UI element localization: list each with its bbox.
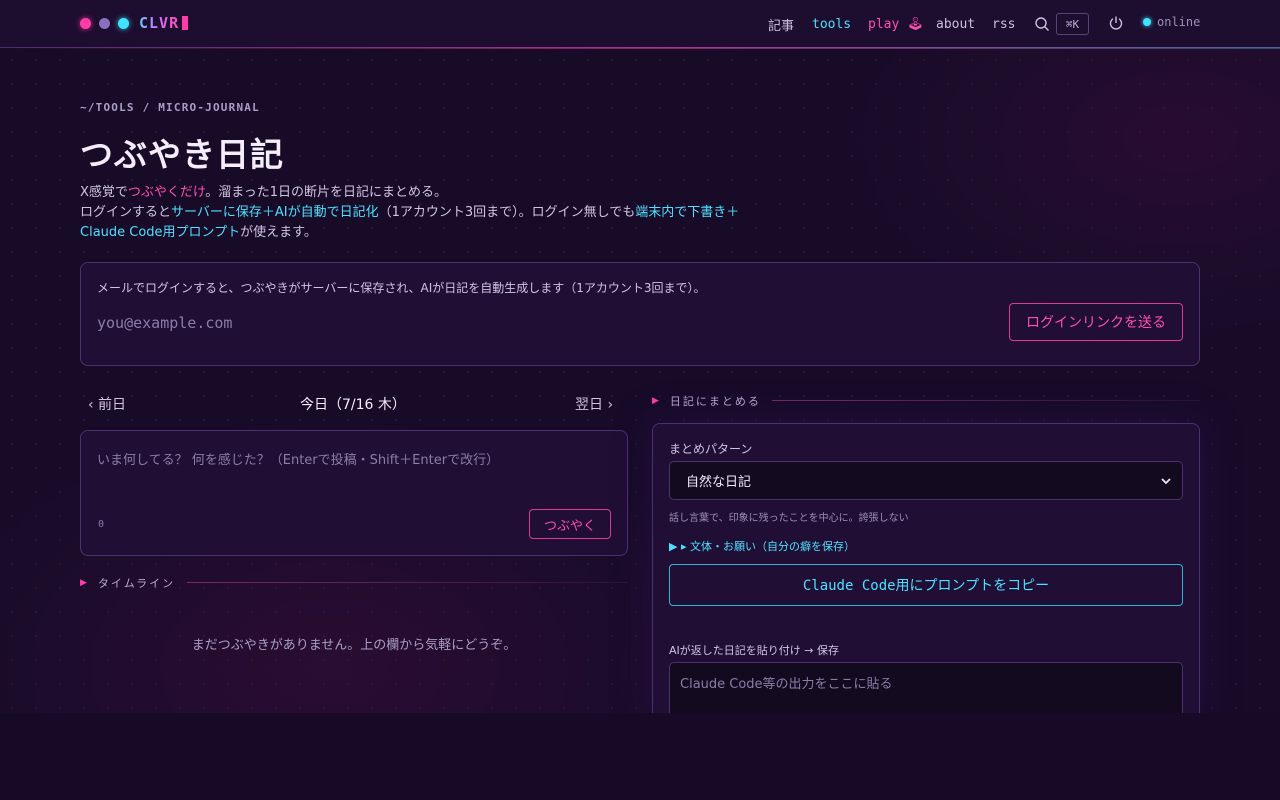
copy-prompt-button[interactable]: Claude Code用にプロンプトをコピー bbox=[669, 564, 1183, 606]
nav-about[interactable]: about bbox=[936, 17, 975, 32]
cursor-block bbox=[182, 16, 189, 30]
pattern-label: まとめパターン bbox=[669, 442, 753, 456]
page-footer-area bbox=[0, 713, 1280, 800]
divider bbox=[772, 400, 1200, 401]
prev-day-button[interactable]: ‹ 前日 bbox=[88, 394, 126, 414]
nav-play[interactable]: play 🕹 bbox=[868, 17, 924, 32]
paste-diary-input[interactable] bbox=[669, 662, 1183, 713]
desc-text: （1アカウント3回まで）。ログイン無しでも bbox=[378, 205, 636, 220]
nav-rss[interactable]: rss bbox=[992, 17, 1015, 32]
purple-dot-icon bbox=[99, 17, 110, 29]
chevron-down-icon bbox=[1161, 478, 1171, 485]
timeline-label: タイムライン bbox=[97, 577, 176, 590]
timeline-heading: ▶ タイムライン bbox=[80, 575, 175, 591]
power-icon[interactable] bbox=[1108, 15, 1124, 31]
next-day-button[interactable]: 翌日 › bbox=[575, 394, 613, 414]
post-input[interactable] bbox=[97, 449, 613, 509]
divider bbox=[187, 582, 628, 583]
breadcrumb: ~/TOOLS / MICRO-JOURNAL bbox=[80, 101, 260, 114]
pattern-select[interactable]: 自然な日記 bbox=[669, 461, 1183, 500]
page-description: X感覚でつぶやくだけ。溜まった1日の断片を日記にまとめる。 ログインするとサーバ… bbox=[80, 183, 760, 243]
summary-label: 日記にまとめる bbox=[669, 395, 761, 408]
char-counter: 0 bbox=[98, 519, 105, 530]
divider bbox=[0, 47, 1280, 49]
top-nav-bar: CLVR 記事 tools play 🕹 about rss ⌘K online bbox=[0, 0, 1280, 48]
status-indicator: online bbox=[1143, 15, 1200, 29]
triangle-icon: ▶ bbox=[652, 396, 661, 406]
timeline-empty-message: まだつぶやきがありません。上の欄から気軽にどうぞ。 bbox=[191, 638, 517, 653]
search-icon[interactable] bbox=[1034, 16, 1050, 32]
online-led-icon bbox=[1143, 18, 1151, 26]
search-shortcut[interactable]: ⌘K bbox=[1056, 13, 1089, 35]
desc-text: が使えます。 bbox=[240, 225, 317, 240]
nav-articles[interactable]: 記事 bbox=[768, 15, 794, 34]
status-text: online bbox=[1157, 15, 1201, 29]
summary-heading: ▶ 日記にまとめる bbox=[652, 393, 761, 409]
login-card: メールでログインすると、つぶやきがサーバーに保存され、AIが日記を自動生成します… bbox=[80, 262, 1200, 366]
page-title: つぶやき日記 bbox=[80, 135, 284, 174]
send-login-link-button[interactable]: ログインリンクを送る bbox=[1009, 303, 1183, 341]
nav-tools[interactable]: tools bbox=[812, 17, 851, 32]
summary-card: まとめパターン 自然な日記 話し言葉で、印象に残ったことを中心に。誇張しない ▶… bbox=[652, 423, 1200, 713]
login-note: メールでログインすると、つぶやきがサーバーに保存され、AIが日記を自動生成します… bbox=[97, 281, 706, 295]
brand[interactable]: CLVR bbox=[80, 14, 189, 32]
cyan-dot-icon bbox=[118, 17, 129, 29]
desc-highlight: つぶやくだけ bbox=[127, 185, 206, 200]
triangle-icon: ▶ bbox=[80, 578, 89, 588]
current-date: 今日（7/16 木） bbox=[300, 397, 406, 413]
style-preferences-toggle[interactable]: ▶ ▸ 文体・お願い（自分の癖を保存） bbox=[669, 538, 855, 554]
post-button[interactable]: つぶやく bbox=[529, 509, 611, 539]
paste-label: AIが返した日記を貼り付け → 保存 bbox=[669, 644, 839, 657]
pattern-hint: 話し言葉で、印象に残ったことを中心に。誇張しない bbox=[669, 513, 909, 524]
desc-highlight: サーバーに保存＋AIが自動で日記化 bbox=[171, 205, 379, 220]
desc-text: X感覚で bbox=[80, 185, 128, 200]
pattern-selected-value: 自然な日記 bbox=[686, 475, 752, 490]
desc-text: 。溜まった1日の断片を日記にまとめる。 bbox=[205, 185, 448, 200]
post-composer: 0 つぶやく bbox=[80, 430, 628, 556]
desc-text: ログインすると bbox=[80, 205, 172, 220]
pink-dot-icon bbox=[80, 17, 91, 29]
email-field[interactable] bbox=[97, 311, 697, 335]
logo-text: CLVR bbox=[139, 14, 180, 32]
